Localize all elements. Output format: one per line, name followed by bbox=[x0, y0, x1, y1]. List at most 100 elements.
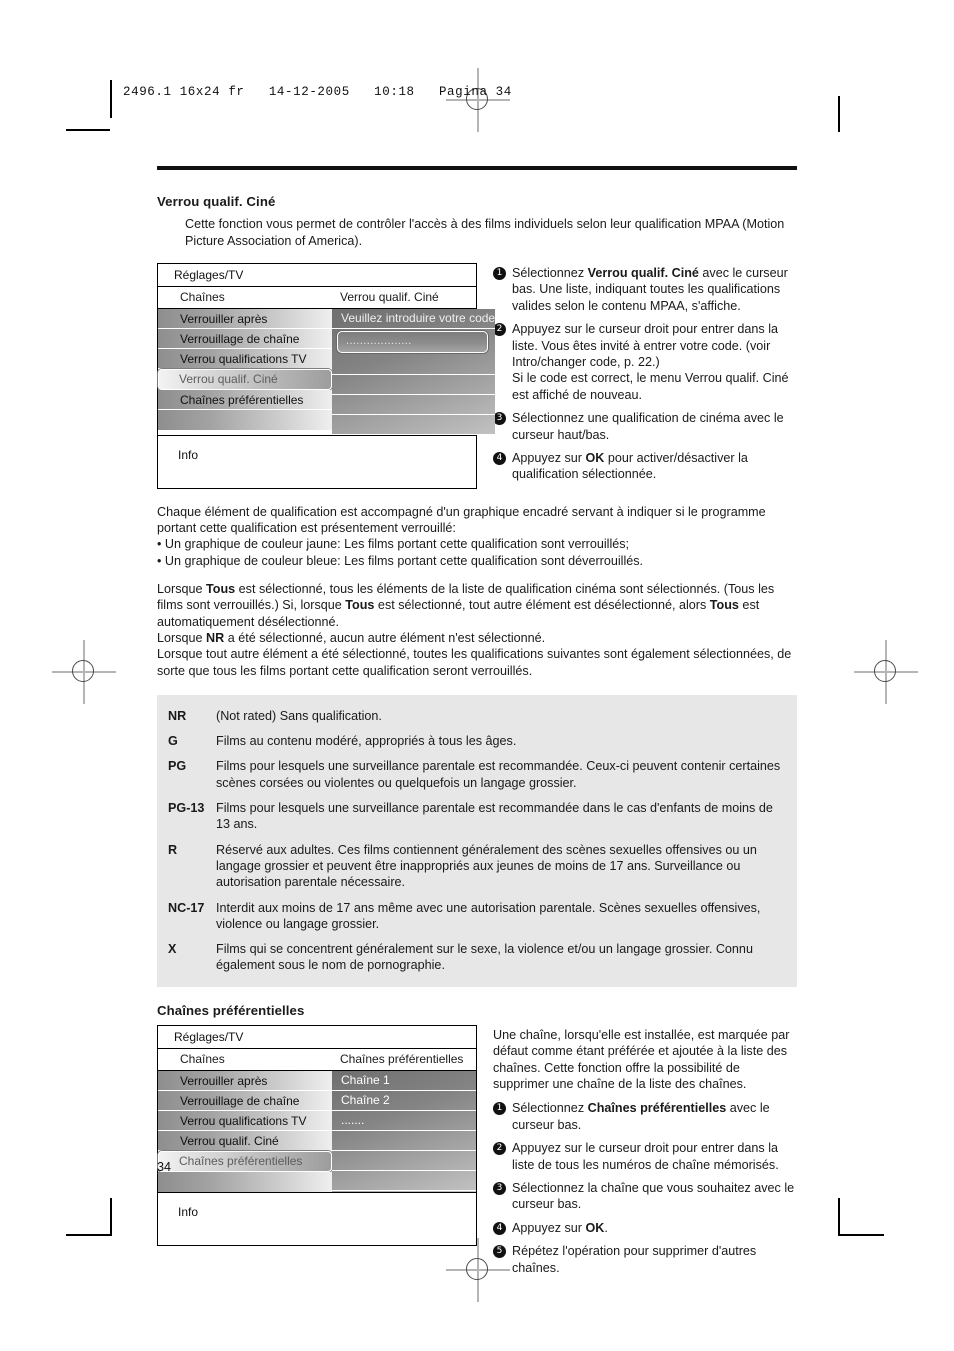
step-text: Sélectionnez Chaînes préférentielles ave… bbox=[512, 1101, 770, 1132]
rating-code: R bbox=[168, 842, 178, 857]
mpaa-ratings-table: NR (Not rated) Sans qualification. G Fil… bbox=[157, 694, 797, 987]
rating-code: PG-13 bbox=[168, 801, 205, 816]
rating-description: Films pour lesquels une surveillance par… bbox=[216, 759, 781, 790]
crop-mark-bottom-left-vertical bbox=[110, 1198, 112, 1236]
body-bullet-blue: • Un graphique de couleur bleue: Les fil… bbox=[157, 553, 644, 568]
registration-mark-right bbox=[854, 640, 918, 704]
rating-description: Films au contenu modéré, appropriés à to… bbox=[216, 734, 517, 749]
tv-menu-left-list: Verrouiller après Verrouillage de chaîne… bbox=[158, 1070, 332, 1192]
rating-row: G Films au contenu modéré, appropriés à … bbox=[168, 733, 783, 749]
body-paragraph: Lorsque NR a été sélectionné, aucun autr… bbox=[157, 630, 546, 645]
tv-menu-item-chaines-preferentielles[interactable]: Chaînes préférentielles bbox=[158, 390, 332, 410]
step-item: 4 Appuyez sur OK. bbox=[493, 1220, 797, 1236]
rating-description: Interdit aux moins de 17 ans même avec u… bbox=[216, 900, 761, 931]
tv-menu-header-row: Chaînes Verrou qualif. Ciné bbox=[158, 287, 476, 309]
rating-description: Réservé aux adultes. Ces films contienne… bbox=[216, 842, 757, 890]
tv-menu-item-verrou-qualifications-tv[interactable]: Verrou qualifications TV bbox=[158, 1110, 332, 1131]
code-entry-value: ................... bbox=[346, 335, 412, 347]
tv-menu-left-list: Verrouiller après Verrouillage de chaîne… bbox=[158, 309, 332, 435]
tv-menu-breadcrumb: Réglages/TV bbox=[158, 1025, 476, 1049]
step-number-badge: 5 bbox=[493, 1245, 506, 1259]
tv-menu-code-prompt: Veuillez introduire votre code bbox=[332, 309, 496, 329]
rating-code: NC-17 bbox=[168, 900, 205, 915]
step-item: 5 Répétez l'opération pour supprimer d'a… bbox=[493, 1243, 797, 1276]
tv-menu-item-verrouillage-de-chaine[interactable]: Verrouillage de chaîne bbox=[158, 1090, 332, 1111]
step-item: 2 Appuyez sur le curseur droit pour entr… bbox=[493, 1140, 797, 1173]
tv-menu-channel-item-2[interactable]: Chaîne 2 bbox=[332, 1091, 476, 1111]
step-number-badge: 3 bbox=[493, 1181, 506, 1195]
section1-columns: Réglages/TV Chaînes Verrou qualif. Ciné … bbox=[157, 263, 797, 490]
tv-menu-item-verrouiller-apres[interactable]: Verrouiller après bbox=[158, 309, 332, 329]
tv-menu-channel-item-ellipsis[interactable]: ....... bbox=[332, 1111, 476, 1131]
crop-mark-bottom-right-vertical bbox=[838, 1198, 840, 1236]
step-text: Sélectionnez une qualification de cinéma… bbox=[512, 411, 784, 442]
rating-code: X bbox=[168, 942, 177, 957]
print-slug-line: 2496.1 16x24 fr 14-12-2005 10:18 Pagina … bbox=[110, 82, 530, 116]
step-text: Sélectionnez Verrou qualif. Ciné avec le… bbox=[512, 266, 788, 313]
crop-mark-bottom-left-horizontal bbox=[66, 1234, 110, 1236]
tv-menu-item-verrouillage-de-chaine[interactable]: Verrouillage de chaîne bbox=[158, 329, 332, 349]
body-paragraph: Lorsque tout autre élément a été sélecti… bbox=[157, 647, 792, 678]
tv-menu-body: Verrouiller après Verrouillage de chaîne… bbox=[158, 309, 496, 436]
tv-menu-header-row: Chaînes Chaînes préférentielles bbox=[158, 1048, 476, 1071]
step-number-badge: 1 bbox=[493, 267, 506, 280]
tv-menu-right-row-empty-2 bbox=[332, 1151, 476, 1171]
page-content: Verrou qualif. Ciné Cette fonction vous … bbox=[157, 166, 797, 1283]
section2-lead-paragraph: Une chaîne, lorsqu'elle est installée, e… bbox=[493, 1027, 790, 1091]
tv-menu-item-chaines-preferentielles-selected[interactable]: Chaînes préférentielles bbox=[158, 1150, 332, 1172]
section-title-verrou-qualif-cine: Verrou qualif. Ciné bbox=[157, 194, 276, 209]
step-text: Appuyez sur OK pour activer/désactiver l… bbox=[512, 451, 748, 482]
tv-menu-body: Verrouiller après Verrouillage de chaîne… bbox=[158, 1070, 476, 1193]
rating-row: PG Films pour lesquels une surveillance … bbox=[168, 758, 783, 791]
tv-menu-channel-item-1[interactable]: Chaîne 1 bbox=[332, 1071, 476, 1091]
section1-steps-list: 1 Sélectionnez Verrou qualif. Ciné avec … bbox=[493, 263, 797, 490]
tv-menu-item-verrou-qualif-cine[interactable]: Verrou qualif. Ciné bbox=[158, 1130, 332, 1151]
section2-steps-list: Une chaîne, lorsqu'elle est installée, e… bbox=[493, 1025, 797, 1283]
tv-menu-right-row-empty-3 bbox=[332, 1171, 476, 1191]
crop-mark-top-left-horizontal bbox=[66, 129, 110, 131]
tv-menu-item-empty bbox=[158, 410, 332, 430]
tv-menu-item-verrouiller-apres[interactable]: Verrouiller après bbox=[158, 1070, 332, 1091]
step-item: 3 Sélectionnez la chaîne que vous souhai… bbox=[493, 1180, 797, 1213]
step-number-badge: 2 bbox=[493, 1142, 506, 1156]
step-text: Appuyez sur le curseur droit pour entrer… bbox=[512, 1141, 779, 1172]
body-bullet-yellow: • Un graphique de couleur jaune: Les fil… bbox=[157, 537, 630, 552]
step-item: 3 Sélectionnez une qualification de ciné… bbox=[493, 410, 797, 443]
tv-menu-right-row-empty-1 bbox=[332, 355, 496, 375]
section2-columns: Réglages/TV Chaînes Chaînes préférentiel… bbox=[157, 1024, 797, 1283]
tv-menu-chaines-preferentielles: Réglages/TV Chaînes Chaînes préférentiel… bbox=[157, 1024, 477, 1246]
step-item: 1 Sélectionnez Verrou qualif. Ciné avec … bbox=[493, 265, 797, 314]
tv-menu-verrou-qualif-cine: Réglages/TV Chaînes Verrou qualif. Ciné … bbox=[157, 263, 496, 489]
rating-row: NC-17 Interdit aux moins de 17 ans même … bbox=[168, 900, 783, 933]
tv-menu-right-row-empty-2 bbox=[332, 375, 496, 395]
tv-menu-right-header: Chaînes préférentielles bbox=[340, 1051, 464, 1066]
step-number-badge: 4 bbox=[493, 452, 506, 466]
crop-mark-top-right-vertical bbox=[838, 96, 840, 132]
rating-code: PG bbox=[168, 759, 187, 774]
tv-menu-item-verrou-qualif-cine-selected[interactable]: Verrou qualif. Ciné bbox=[158, 369, 332, 390]
step-item: 1 Sélectionnez Chaînes préférentielles a… bbox=[493, 1100, 797, 1133]
rating-description: Films qui se concentrent généralement su… bbox=[216, 942, 753, 973]
tv-menu-item-verrou-qualifications-tv[interactable]: Verrou qualifications TV bbox=[158, 349, 332, 369]
tv-menu-breadcrumb: Réglages/TV bbox=[158, 264, 476, 287]
tv-menu-right-panel: Veuillez introduire votre code .........… bbox=[332, 309, 496, 435]
tv-menu-info-label: Info bbox=[158, 1192, 476, 1245]
step-text: Appuyez sur OK. bbox=[512, 1220, 608, 1235]
tv-menu-right-row-empty-4 bbox=[332, 415, 496, 435]
rating-description: Films pour lesquels une surveillance par… bbox=[216, 801, 773, 832]
step-text: Appuyez sur le curseur droit pour entrer… bbox=[512, 322, 789, 402]
rating-code: G bbox=[168, 734, 178, 749]
tv-menu-left-header: Chaînes bbox=[180, 1051, 225, 1066]
step-number-badge: 4 bbox=[493, 1221, 506, 1235]
section1-intro-paragraph: Cette fonction vous permet de contrôler … bbox=[185, 217, 785, 248]
tv-menu-right-panel: Chaîne 1 Chaîne 2 ....... bbox=[332, 1070, 476, 1192]
crop-mark-bottom-right-horizontal bbox=[840, 1234, 884, 1236]
body-paragraph: Lorsque Tous est sélectionné, tous les é… bbox=[157, 582, 775, 629]
tv-menu-right-row-empty-1 bbox=[332, 1131, 476, 1151]
rating-row: PG-13 Films pour lesquels une surveillan… bbox=[168, 800, 783, 833]
rating-row: NR (Not rated) Sans qualification. bbox=[168, 708, 783, 724]
tv-menu-right-row-empty-3 bbox=[332, 395, 496, 415]
page-number: 34 bbox=[157, 1160, 172, 1174]
code-entry-field[interactable]: ................... bbox=[337, 331, 489, 353]
step-text: Sélectionnez la chaîne que vous souhaite… bbox=[512, 1180, 795, 1212]
